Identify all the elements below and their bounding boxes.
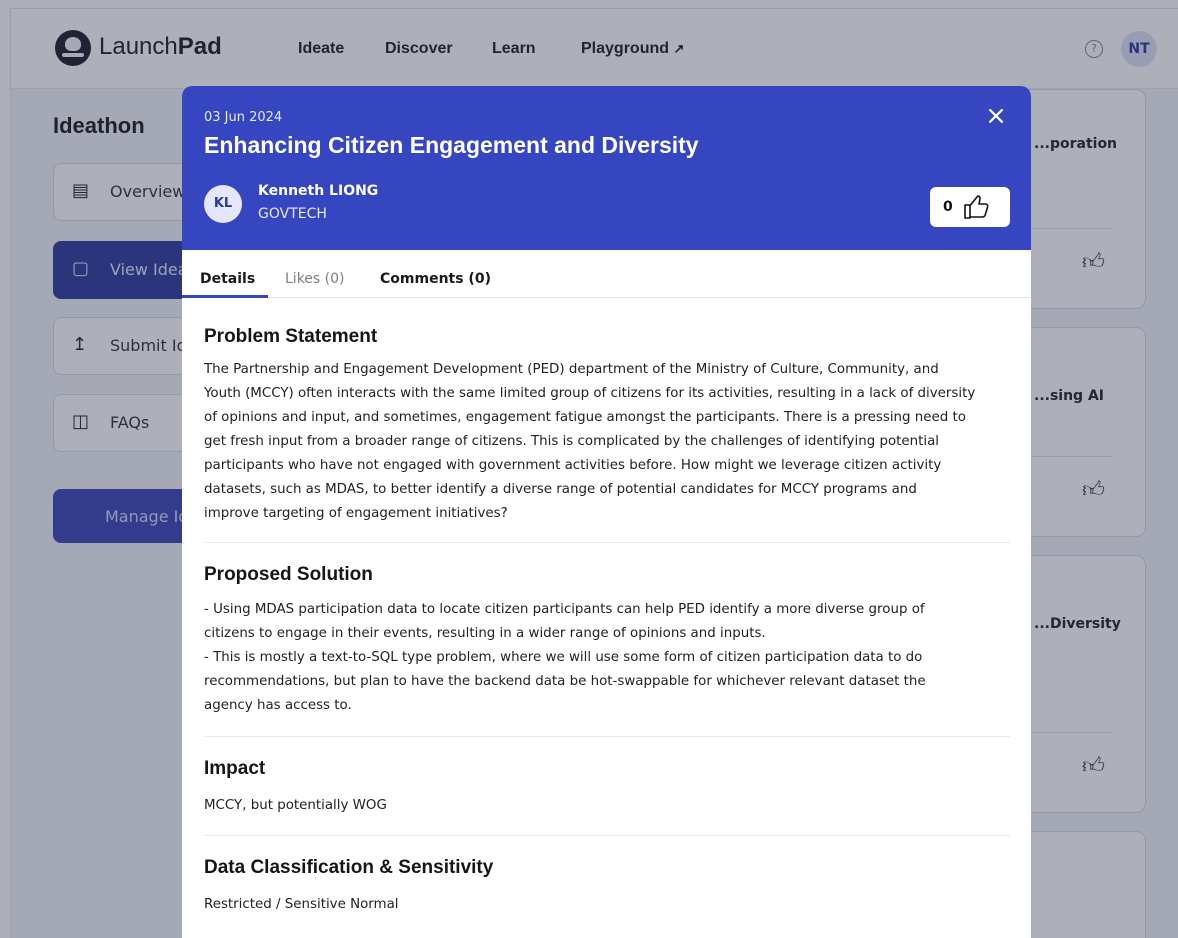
section-heading-data-classification: Data Classification & Sensitivity — [204, 857, 494, 878]
section-heading-impact: Impact — [204, 758, 266, 779]
idea-date: 03 Jun 2024 — [204, 110, 283, 125]
tab-comments[interactable]: Comments (0) — [380, 271, 491, 287]
tab-active-indicator — [182, 295, 268, 298]
data-classification-text: Restricted / Sensitive Normal — [204, 897, 399, 912]
author-name: Kenneth LIONG — [258, 183, 379, 199]
tab-details[interactable]: Details — [200, 271, 255, 287]
author-avatar: KL — [204, 185, 242, 223]
idea-detail-modal: 03 Jun 2024 Enhancing Citizen Engagement… — [182, 86, 1031, 938]
modal-tabs: Details Likes (0) Comments (0) — [182, 250, 1031, 298]
close-icon[interactable]: × — [984, 103, 1008, 129]
tab-likes[interactable]: Likes (0) — [285, 271, 345, 287]
modal-header: 03 Jun 2024 Enhancing Citizen Engagement… — [182, 86, 1031, 250]
proposed-solution-text: - Using MDAS participation data to locat… — [204, 602, 926, 713]
section-heading-problem: Problem Statement — [204, 326, 378, 347]
section-heading-solution: Proposed Solution — [204, 564, 373, 585]
impact-text: MCCY, but potentially WOG — [204, 798, 387, 813]
section-divider — [204, 736, 1010, 737]
thumbs-up-icon — [964, 195, 989, 219]
author-agency: GOVTECH — [258, 206, 327, 222]
section-divider — [204, 542, 1010, 543]
problem-statement-text: The Partnership and Engagement Developme… — [204, 362, 976, 521]
like-count: 0 — [943, 199, 953, 215]
idea-title: Enhancing Citizen Engagement and Diversi… — [204, 132, 699, 158]
like-button[interactable]: 0 — [930, 187, 1010, 227]
section-divider — [204, 835, 1010, 836]
